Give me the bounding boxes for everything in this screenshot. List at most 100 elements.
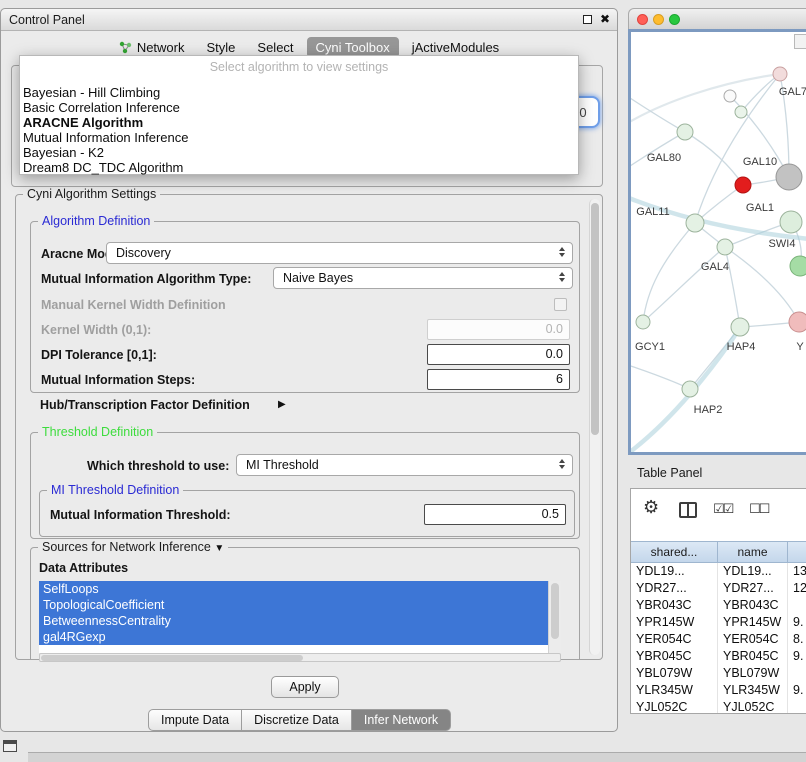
cell-shared: YER054C bbox=[631, 631, 718, 648]
column-header-name[interactable]: name bbox=[718, 541, 788, 563]
algorithm-option[interactable]: Mutual Information Inference bbox=[22, 130, 576, 145]
tab-impute-data[interactable]: Impute Data bbox=[148, 709, 242, 731]
network-node[interactable] bbox=[682, 381, 698, 397]
table-row[interactable]: YDR27... YDR27... 12 bbox=[631, 580, 806, 597]
algorithm-option[interactable]: Dream8 DC_TDC Algorithm bbox=[22, 160, 576, 175]
cyni-algorithm-settings-group: Cyni Algorithm Settings Algorithm Defini… bbox=[15, 194, 603, 660]
network-node[interactable] bbox=[773, 67, 787, 81]
network-node[interactable] bbox=[717, 239, 733, 255]
restore-panel-icon-bar bbox=[4, 741, 16, 744]
table-row[interactable]: YLR345W YLR345W 9. bbox=[631, 682, 806, 699]
mi-steps-field[interactable]: 6 bbox=[427, 369, 570, 390]
column-header-shared-name[interactable]: shared... bbox=[631, 541, 718, 563]
deselect-all-icon[interactable]: ☐☐ bbox=[749, 501, 768, 517]
table-row[interactable]: YJL052C YJL052C bbox=[631, 699, 806, 714]
control-panel-titlebar[interactable]: Control Panel ✖ bbox=[1, 9, 617, 31]
table-row[interactable]: YBR043C YBR043C bbox=[631, 597, 806, 614]
close-icon[interactable]: ✖ bbox=[600, 12, 610, 26]
network-node[interactable] bbox=[735, 106, 747, 118]
network-scroll-button[interactable] bbox=[794, 34, 806, 49]
tab-discretize-data[interactable]: Discretize Data bbox=[241, 709, 352, 731]
algorithm-option[interactable]: Bayesian - Hill Climbing bbox=[22, 85, 576, 100]
network-node[interactable] bbox=[731, 318, 749, 336]
attribute-item-selected[interactable]: BetweennessCentrality bbox=[39, 613, 548, 629]
threshold-definition-title: Threshold Definition bbox=[38, 425, 157, 439]
column-header-extra[interactable] bbox=[788, 541, 806, 563]
dpi-tolerance-field[interactable]: 0.0 bbox=[427, 344, 570, 365]
node-label: GAL80 bbox=[647, 152, 681, 164]
mi-algorithm-type-select[interactable]: Naive Bayes bbox=[273, 267, 573, 289]
table-row[interactable]: YDL19... YDL19... 13 bbox=[631, 563, 806, 580]
network-node[interactable] bbox=[724, 90, 736, 102]
node-label: GAL4 bbox=[701, 261, 729, 273]
tab-jactivemodules-label: jActiveModules bbox=[412, 40, 499, 55]
tab-style-label: Style bbox=[207, 40, 236, 55]
algorithm-option[interactable]: Basic Correlation Inference bbox=[22, 100, 576, 115]
tab-select-label: Select bbox=[257, 40, 293, 55]
algorithm-option-selected[interactable]: ARACNE Algorithm bbox=[22, 115, 576, 130]
mi-algorithm-type-value: Naive Bayes bbox=[283, 271, 353, 285]
attributes-list-scrollbar[interactable] bbox=[548, 581, 561, 653]
collapse-arrow-icon[interactable]: ▼ bbox=[214, 543, 224, 554]
gear-icon[interactable]: ⚙ bbox=[643, 497, 659, 518]
attribute-item-selected[interactable]: gal4RGexp bbox=[39, 629, 548, 645]
network-node[interactable] bbox=[686, 214, 704, 232]
mi-threshold-field[interactable]: 0.5 bbox=[424, 504, 566, 525]
mi-threshold-label: Mutual Information Threshold: bbox=[50, 508, 231, 522]
cell-name: YLR345W bbox=[718, 682, 788, 699]
which-threshold-select[interactable]: MI Threshold bbox=[236, 454, 573, 476]
settings-scrollbar-thumb[interactable] bbox=[591, 203, 599, 435]
expand-arrow-icon[interactable]: ▶ bbox=[278, 399, 286, 410]
restore-panel-icon[interactable] bbox=[3, 740, 17, 752]
node-label: Y bbox=[796, 341, 804, 353]
table-row[interactable]: YPR145W YPR145W 9. bbox=[631, 614, 806, 631]
zoom-traffic-light-icon[interactable] bbox=[669, 14, 680, 25]
algorithm-dropdown-prompt: Select algorithm to view settings bbox=[20, 60, 578, 74]
attributes-list-scrollbar-thumb[interactable] bbox=[551, 583, 559, 639]
kernel-width-field[interactable]: 0.0 bbox=[427, 319, 570, 340]
tab-infer-network[interactable]: Infer Network bbox=[351, 709, 451, 731]
tab-network-label: Network bbox=[137, 40, 185, 55]
close-traffic-light-icon[interactable] bbox=[637, 14, 648, 25]
cell-extra: 8. bbox=[788, 631, 806, 648]
network-node[interactable] bbox=[677, 124, 693, 140]
algorithm-dropdown-popup: Select algorithm to view settings Bayesi… bbox=[19, 55, 579, 175]
network-node[interactable] bbox=[780, 211, 802, 233]
aracne-mode-select[interactable]: Discovery bbox=[106, 242, 573, 264]
network-window-titlebar[interactable] bbox=[628, 8, 806, 29]
table-row[interactable]: YBR045C YBR045C 9. bbox=[631, 648, 806, 665]
network-tab-icon bbox=[119, 41, 132, 54]
select-all-icon[interactable]: ☑☑ bbox=[713, 501, 732, 517]
tab-cyni-toolbox-label: Cyni Toolbox bbox=[316, 40, 390, 55]
attributes-hscrollbar[interactable] bbox=[39, 653, 561, 662]
algorithm-option[interactable]: Bayesian - K2 bbox=[22, 145, 576, 160]
node-label: GAL11 bbox=[636, 206, 669, 218]
show-columns-icon[interactable] bbox=[679, 502, 697, 518]
cell-name: YBR045C bbox=[718, 648, 788, 665]
network-node[interactable] bbox=[790, 256, 806, 276]
network-canvas[interactable]: GAL7 GAL80 GAL10 GAL11 GAL1 SWI4 GAL4 GC… bbox=[628, 29, 806, 455]
table-row[interactable]: YBL079W YBL079W bbox=[631, 665, 806, 682]
aracne-mode-value: Discovery bbox=[116, 246, 171, 260]
table-panel-title: Table Panel bbox=[637, 466, 702, 480]
attributes-hscrollbar-thumb[interactable] bbox=[41, 655, 303, 661]
network-node[interactable] bbox=[776, 164, 802, 190]
data-attributes-list[interactable]: SelfLoops TopologicalCoefficient Between… bbox=[39, 581, 561, 653]
which-threshold-label: Which threshold to use: bbox=[87, 459, 229, 473]
network-node[interactable] bbox=[636, 315, 650, 329]
network-node[interactable] bbox=[789, 312, 806, 332]
cell-name: YDR27... bbox=[718, 580, 788, 597]
minimize-traffic-light-icon[interactable] bbox=[653, 14, 664, 25]
cell-shared: YPR145W bbox=[631, 614, 718, 631]
cell-name: YJL052C bbox=[718, 699, 788, 714]
apply-button[interactable]: Apply bbox=[271, 676, 339, 698]
settings-scrollbar[interactable] bbox=[589, 199, 600, 655]
cell-shared: YJL052C bbox=[631, 699, 718, 714]
table-row[interactable]: YER054C YER054C 8. bbox=[631, 631, 806, 648]
attribute-item-selected[interactable]: TopologicalCoefficient bbox=[39, 597, 548, 613]
desktop: Control Panel ✖ Network Style Select bbox=[0, 0, 806, 762]
network-node[interactable] bbox=[735, 177, 751, 193]
attribute-item-selected[interactable]: SelfLoops bbox=[39, 581, 548, 597]
manual-kernel-width-checkbox[interactable] bbox=[554, 298, 567, 311]
float-window-icon[interactable] bbox=[583, 15, 592, 24]
